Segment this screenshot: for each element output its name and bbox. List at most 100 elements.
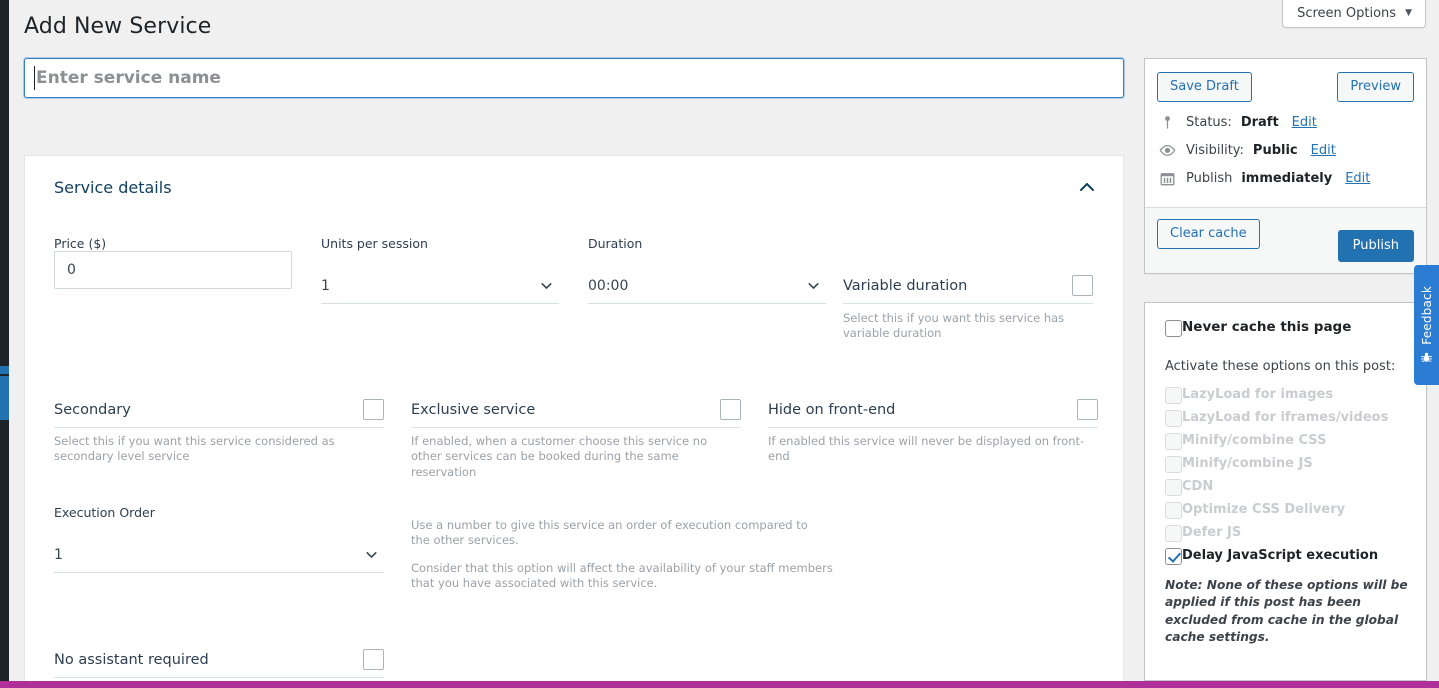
checkbox[interactable] — [1165, 386, 1182, 404]
schedule-edit-link[interactable]: Edit — [1345, 171, 1370, 186]
execution-order-value: 1 — [54, 546, 63, 563]
checkbox[interactable] — [1165, 547, 1182, 565]
service-name-field-wrapper — [24, 58, 1124, 98]
bottom-accent-bar — [0, 681, 1439, 688]
cache-option-defer-js[interactable]: Defer JS — [1165, 521, 1410, 544]
service-details-card: Service details Price ($) Units per sess… — [24, 155, 1124, 682]
schedule-row: Publish immediately Edit — [1157, 171, 1414, 186]
admin-sidebar-active-marker — [0, 376, 9, 420]
screen-options-button[interactable]: Screen Options ▼ — [1282, 0, 1426, 28]
calendar-icon — [1157, 171, 1177, 186]
schedule-prefix: Publish — [1186, 171, 1233, 186]
execution-order-help-1: Use a number to give this service an ord… — [411, 518, 808, 548]
checkbox[interactable] — [1165, 478, 1182, 496]
exclusive-service-label: Exclusive service — [411, 401, 536, 418]
execution-order-label: Execution Order — [54, 505, 155, 520]
exclusive-service-row[interactable]: Exclusive service — [411, 392, 741, 428]
duration-select[interactable]: 00:00 — [588, 268, 826, 304]
clear-cache-button[interactable]: Clear cache — [1157, 219, 1260, 249]
secondary-row[interactable]: Secondary — [54, 392, 384, 428]
cache-options-panel: Never cache this page Activate these opt… — [1144, 302, 1427, 681]
chevron-down-icon — [805, 277, 822, 294]
exclusive-service-checkbox[interactable] — [720, 399, 741, 420]
visibility-row: Visibility: Public Edit — [1157, 143, 1414, 158]
cache-option-label: Optimize CSS Delivery — [1182, 502, 1346, 517]
status-prefix: Status: — [1186, 115, 1232, 130]
checkbox[interactable] — [1165, 432, 1182, 450]
screen-options-label: Screen Options — [1297, 6, 1397, 21]
visibility-prefix: Visibility: — [1186, 143, 1244, 158]
activate-options-label: Activate these options on this post: — [1165, 359, 1396, 374]
cache-option-label: Defer JS — [1182, 525, 1242, 540]
cache-option-label: LazyLoad for images — [1182, 387, 1334, 402]
publish-button[interactable]: Publish — [1337, 230, 1414, 262]
execution-order-select[interactable]: 1 — [54, 537, 384, 573]
pin-icon — [1157, 115, 1177, 130]
checkbox[interactable] — [1165, 501, 1182, 519]
cache-option-label: Minify/combine CSS — [1182, 433, 1327, 448]
preview-button[interactable]: Preview — [1337, 72, 1414, 102]
service-details-title: Service details — [54, 177, 172, 197]
cache-option-delay-js[interactable]: Delay JavaScript execution — [1165, 544, 1410, 567]
chevron-down-icon — [538, 277, 555, 294]
cache-options-body: Never cache this page Activate these opt… — [1145, 303, 1426, 646]
cache-option-label: LazyLoad for iframes/videos — [1182, 410, 1389, 425]
price-input[interactable] — [54, 251, 292, 289]
publish-panel: Save Draft Preview Status: Draft Edit Vi… — [1144, 58, 1427, 274]
cache-option-label: Minify/combine JS — [1182, 456, 1313, 471]
cache-option-lazyload-iframes[interactable]: LazyLoad for iframes/videos — [1165, 406, 1410, 429]
chevron-down-icon: ▼ — [1405, 8, 1412, 18]
service-name-input[interactable] — [24, 58, 1124, 98]
status-value: Draft — [1240, 115, 1279, 130]
never-cache-checkbox[interactable] — [1165, 320, 1182, 337]
variable-duration-label: Variable duration — [843, 277, 968, 294]
cache-options-note: Note: None of these options will be appl… — [1165, 578, 1408, 644]
cache-option-label: CDN — [1182, 479, 1214, 494]
secondary-checkbox[interactable] — [363, 399, 384, 420]
exclusive-service-help: If enabled, when a customer choose this … — [411, 434, 708, 479]
feedback-label: Feedback — [1419, 286, 1434, 345]
text-cursor — [34, 66, 35, 90]
admin-sidebar-active-marker-top — [0, 366, 9, 374]
checkbox[interactable] — [1165, 409, 1182, 427]
units-per-session-select[interactable]: 1 — [321, 268, 559, 304]
feedback-tab[interactable]: Feedback — [1414, 265, 1439, 385]
secondary-help: Select this if you want this service con… — [54, 434, 335, 464]
units-per-session-value: 1 — [321, 277, 330, 294]
cache-option-optimize-css-delivery[interactable]: Optimize CSS Delivery — [1165, 498, 1410, 521]
units-per-session-label: Units per session — [321, 236, 428, 251]
cache-option-minify-css[interactable]: Minify/combine CSS — [1165, 429, 1410, 452]
hide-on-frontend-checkbox[interactable] — [1077, 399, 1098, 420]
cache-option-lazyload-images[interactable]: LazyLoad for images — [1165, 383, 1410, 406]
admin-page: Screen Options ▼ Add New Service Service… — [0, 0, 1439, 688]
duration-value: 00:00 — [588, 277, 629, 294]
visibility-value: Public — [1252, 143, 1298, 158]
checkbox[interactable] — [1165, 524, 1182, 542]
bug-icon — [1420, 351, 1433, 364]
never-cache-label: Never cache this page — [1182, 319, 1352, 335]
variable-duration-checkbox[interactable] — [1072, 275, 1093, 296]
save-draft-button[interactable]: Save Draft — [1157, 72, 1252, 102]
never-cache-row[interactable]: Never cache this page — [1165, 319, 1410, 337]
chevron-up-icon[interactable] — [1077, 177, 1097, 197]
status-edit-link[interactable]: Edit — [1292, 115, 1317, 130]
cache-options-list: LazyLoad for images LazyLoad for iframes… — [1165, 383, 1410, 567]
status-row: Status: Draft Edit — [1157, 115, 1414, 130]
price-label: Price ($) — [54, 236, 107, 251]
publish-panel-actions: Save Draft Preview Status: Draft Edit Vi… — [1145, 59, 1426, 209]
cache-option-cdn[interactable]: CDN — [1165, 475, 1410, 498]
visibility-edit-link[interactable]: Edit — [1311, 143, 1336, 158]
no-assistant-required-label: No assistant required — [54, 651, 209, 668]
variable-duration-row[interactable]: Variable duration — [843, 268, 1093, 304]
hide-on-frontend-row[interactable]: Hide on front-end — [768, 392, 1098, 428]
hide-on-frontend-label: Hide on front-end — [768, 401, 896, 418]
cache-option-minify-js[interactable]: Minify/combine JS — [1165, 452, 1410, 475]
admin-sidebar-rail — [0, 0, 9, 688]
checkbox[interactable] — [1165, 455, 1182, 473]
service-details-header[interactable]: Service details — [25, 156, 1123, 218]
no-assistant-required-row[interactable]: No assistant required — [54, 642, 384, 678]
variable-duration-help: Select this if you want this service has… — [843, 311, 1065, 341]
execution-order-help-2: Consider that this option will affect th… — [411, 561, 833, 591]
secondary-label: Secondary — [54, 401, 131, 418]
no-assistant-required-checkbox[interactable] — [363, 649, 384, 670]
